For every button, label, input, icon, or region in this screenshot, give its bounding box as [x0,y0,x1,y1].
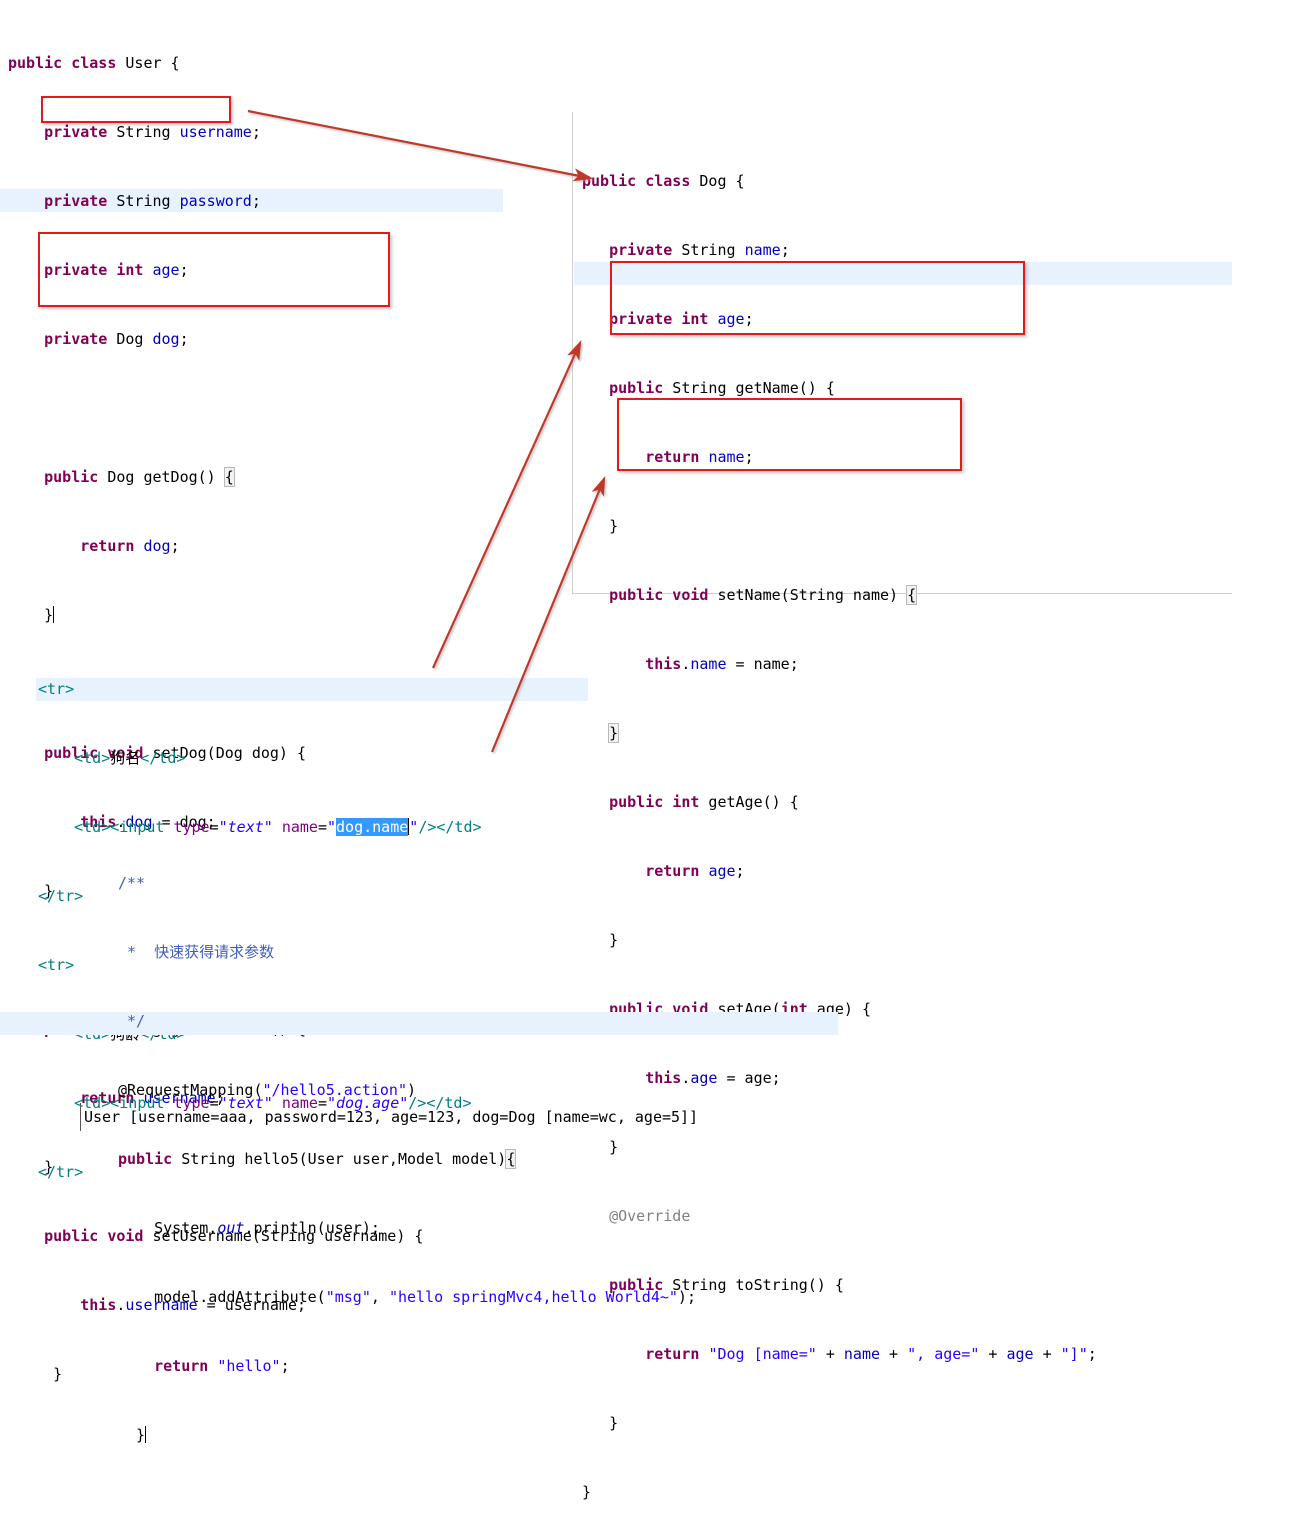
code-line: private int age; [44,261,189,279]
code-line: System.out.println(user); [118,1219,380,1237]
console-caret [80,1103,81,1131]
console-output-line: User [username=aaa, password=123, age=12… [84,1108,699,1126]
code-line: return name; [645,448,754,466]
code-line-setname: public void setName(String name) { [609,585,918,605]
text-caret [916,586,918,603]
code-line: <td>狗名</td> [74,749,186,767]
code-line: * 快速获得请求参数 [118,943,275,961]
code-line: this.name = name; [645,655,799,673]
code-line: private String username; [44,123,261,141]
code-line: private int age; [609,310,754,328]
code-line: /** [118,874,146,892]
code-line: */ [118,1012,146,1030]
code-line: return "hello"; [154,1357,290,1375]
code-line: return dog; [80,537,180,555]
code-line: <tr> [38,680,75,698]
code-line: public String getName() { [609,379,835,397]
code-line: private String name; [609,241,790,259]
text-caret [145,1426,147,1443]
code-line: public int getAge() { [609,793,799,811]
code-line: } [582,1483,592,1501]
code-line: model.addAttribute("msg", "hello springM… [118,1288,696,1306]
controller-code-block[interactable]: /** * 快速获得请求参数 */ @RequestMapping("/hell… [118,826,696,1470]
code-line: public class User { [8,54,180,72]
arrow-dogname-input-to-setname [431,339,582,669]
code-line: } [8,606,55,624]
code-line: } [582,517,619,535]
text-caret [53,606,55,623]
code-line: } [118,1426,147,1444]
code-line: } [608,723,620,743]
code-line-private-dog: private Dog dog; [44,330,189,348]
code-line: public class Dog { [582,172,745,190]
code-line: public Dog getDog() { [44,467,235,487]
code-line: @RequestMapping("/hello5.action") [118,1081,417,1099]
code-line: public String hello5(User user,Model mod… [118,1149,517,1169]
code-line: private String password; [44,192,261,210]
